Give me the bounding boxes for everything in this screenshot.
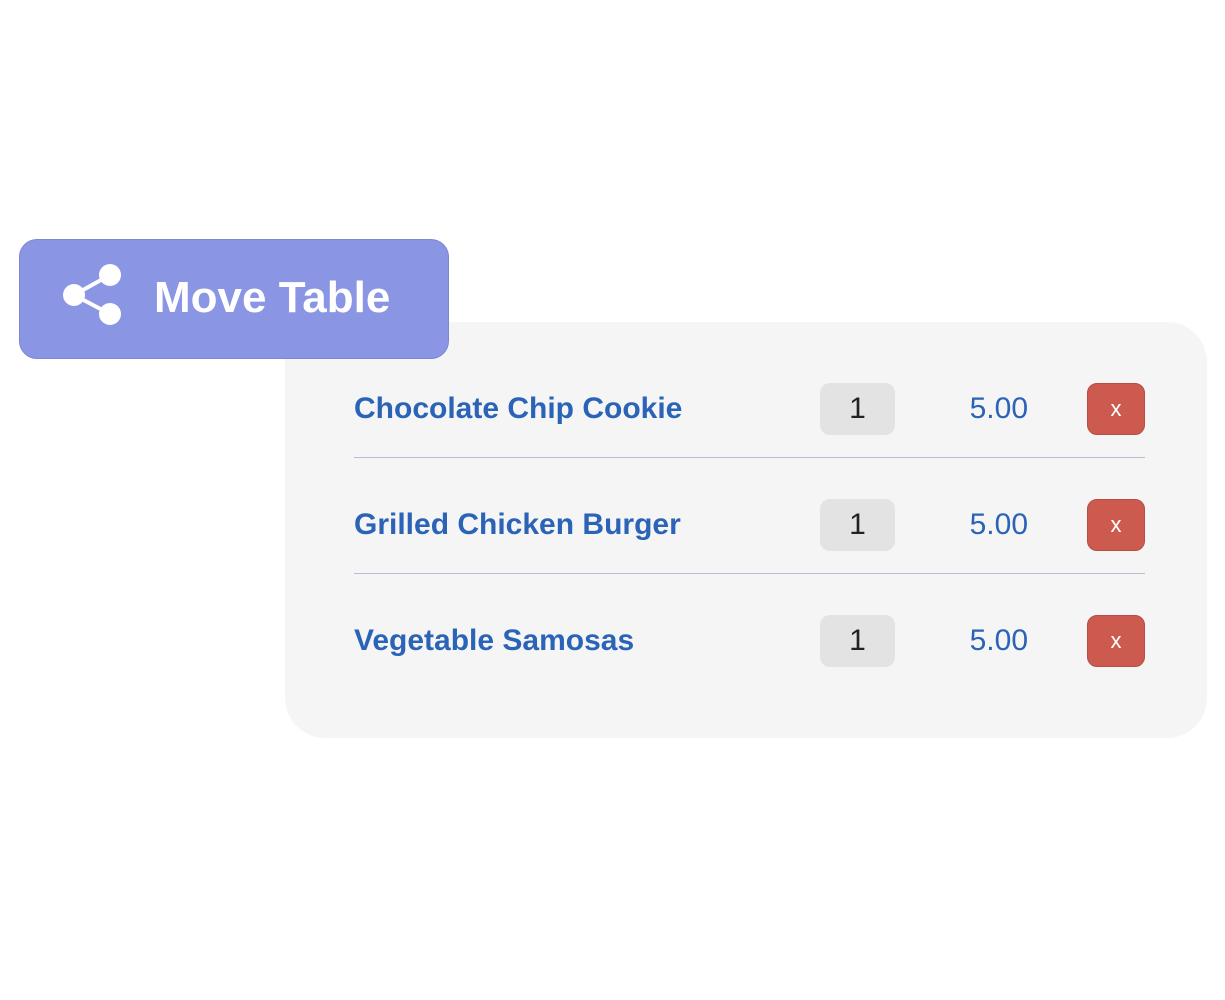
move-table-label: Move Table	[154, 273, 391, 322]
quantity-box[interactable]: 1	[820, 499, 895, 551]
order-card: Chocolate Chip Cookie 1 5.00 x Grilled C…	[285, 322, 1207, 738]
item-name: Grilled Chicken Burger	[354, 508, 681, 541]
quantity-box[interactable]: 1	[820, 615, 895, 667]
stage: Chocolate Chip Cookie 1 5.00 x Grilled C…	[0, 0, 1225, 1000]
move-table-button[interactable]: Move Table	[19, 239, 449, 359]
item-name: Chocolate Chip Cookie	[354, 392, 683, 425]
order-list: Chocolate Chip Cookie 1 5.00 x Grilled C…	[354, 322, 1145, 689]
order-row: Chocolate Chip Cookie 1 5.00 x	[354, 322, 1145, 458]
item-name: Vegetable Samosas	[354, 624, 635, 657]
share-icon	[59, 260, 127, 328]
item-price: 5.00	[969, 392, 1028, 425]
order-row: Grilled Chicken Burger 1 5.00 x	[354, 458, 1145, 574]
item-price: 5.00	[969, 508, 1028, 541]
order-row: Vegetable Samosas 1 5.00 x	[354, 574, 1145, 689]
remove-item-button[interactable]: x	[1087, 615, 1145, 667]
remove-item-button[interactable]: x	[1087, 383, 1145, 435]
item-price: 5.00	[969, 624, 1028, 657]
quantity-box[interactable]: 1	[820, 383, 895, 435]
remove-item-button[interactable]: x	[1087, 499, 1145, 551]
